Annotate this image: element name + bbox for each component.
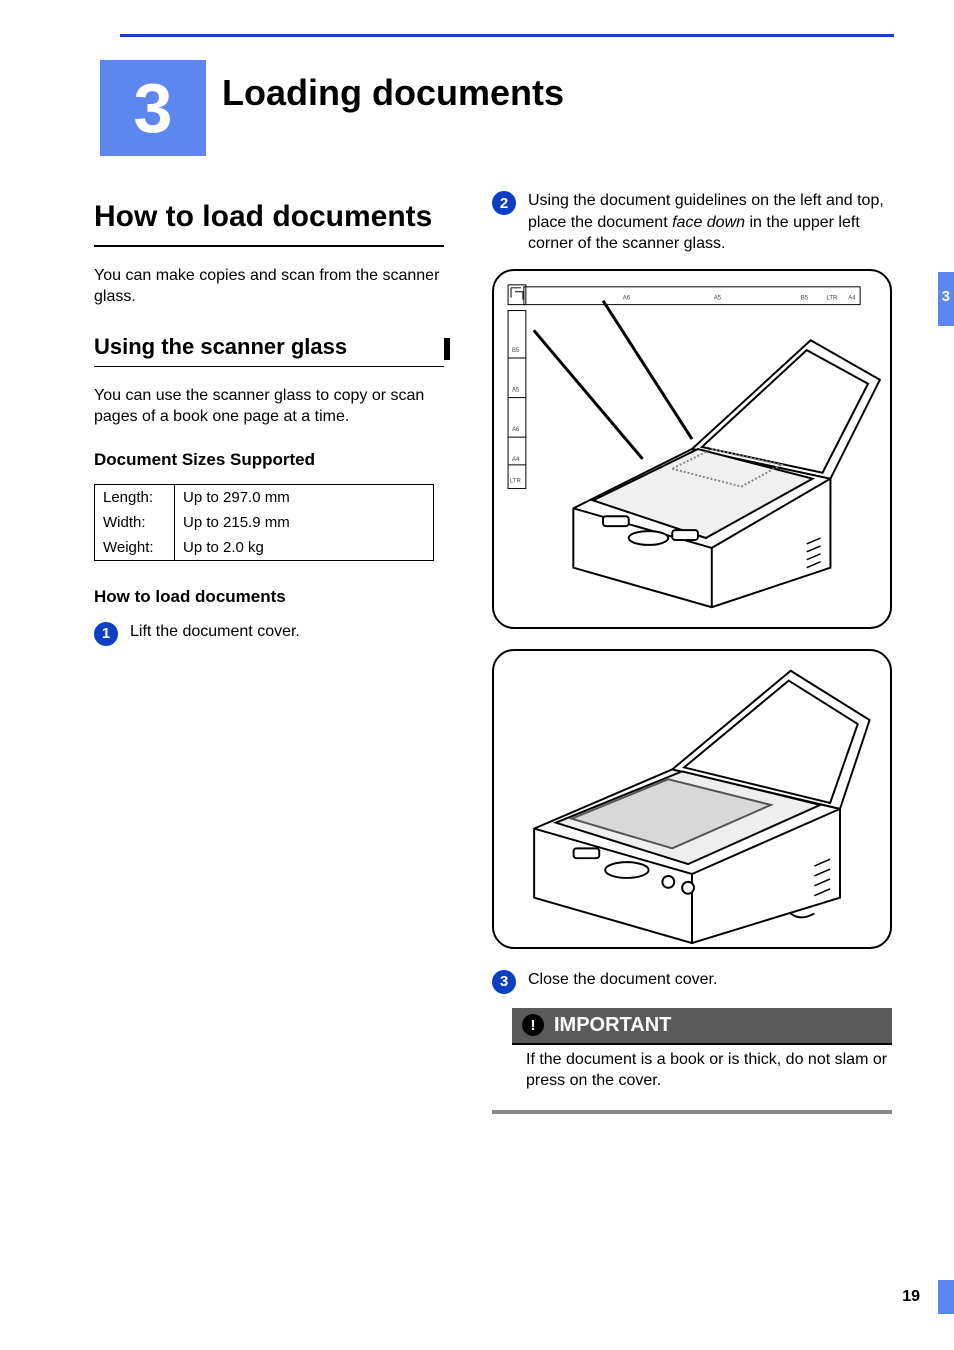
svg-text:A5: A5 (512, 387, 520, 393)
important-label: IMPORTANT (554, 1014, 671, 1037)
step-2: 2 Using the document guidelines on the l… (492, 190, 892, 255)
subsection-intro: You can use the scanner glass to copy or… (94, 385, 444, 428)
subsection-rule (94, 366, 444, 367)
spec-value: Up to 297.0 mm (175, 484, 434, 510)
svg-text:LTR: LTR (510, 478, 521, 484)
table-row: Width: Up to 215.9 mm (95, 510, 434, 535)
step-3: 3 Close the document cover. (492, 969, 892, 994)
printer-document-illustration-icon (494, 651, 890, 947)
svg-text:A4: A4 (512, 457, 520, 463)
page-number-tab (938, 1280, 954, 1314)
right-column: 2 Using the document guidelines on the l… (492, 190, 892, 1114)
left-column: How to load documents You can make copie… (94, 200, 444, 660)
spec-label: Length: (95, 484, 175, 510)
svg-text:A6: A6 (512, 427, 520, 433)
step-number-icon: 1 (94, 622, 118, 646)
side-index-tab-label: 3 (942, 288, 950, 305)
chapter-title: Loading documents (222, 72, 564, 114)
svg-text:A6: A6 (623, 295, 631, 301)
svg-text:A5: A5 (714, 295, 722, 301)
table-row: Length: Up to 297.0 mm (95, 484, 434, 510)
step-text: Lift the document cover. (130, 621, 300, 643)
spec-value: Up to 215.9 mm (175, 510, 434, 535)
illustration-scanner-guidelines: A6 A5 B5 LTR A4 B5 A5 A6 A4 LTR (492, 269, 892, 629)
step-text: Close the document cover. (528, 969, 717, 991)
svg-text:B5: B5 (801, 295, 809, 301)
doc-sizes-heading: Document Sizes Supported (94, 450, 444, 470)
doc-sizes-table: Length: Up to 297.0 mm Width: Up to 215.… (94, 484, 434, 561)
spec-label: Width: (95, 510, 175, 535)
important-text: If the document is a book or is thick, d… (502, 1045, 892, 1102)
step-number-icon: 2 (492, 191, 516, 215)
subsection-title-text: Using the scanner glass (94, 334, 347, 359)
svg-text:LTR: LTR (826, 295, 837, 301)
important-bottom-rule (492, 1110, 892, 1114)
subsection-index-mark (444, 338, 450, 360)
spec-label: Weight: (95, 535, 175, 561)
illustration-place-document (492, 649, 892, 949)
step-1: 1 Lift the document cover. (94, 621, 444, 646)
spec-value: Up to 2.0 kg (175, 535, 434, 561)
important-bar: ! IMPORTANT (512, 1008, 892, 1043)
step-text: Using the document guidelines on the lef… (528, 190, 892, 255)
howto-heading: How to load documents (94, 587, 444, 607)
printer-open-illustration-icon: A6 A5 B5 LTR A4 B5 A5 A6 A4 LTR (494, 271, 890, 627)
svg-text:A4: A4 (848, 295, 856, 301)
section-title: How to load documents (94, 200, 444, 235)
page-number: 19 (902, 1288, 920, 1306)
section-rule (94, 245, 444, 247)
top-rule (120, 34, 894, 37)
step-number-icon: 3 (492, 970, 516, 994)
step-text-em: face down (672, 214, 745, 231)
svg-text:B5: B5 (512, 348, 520, 354)
table-row: Weight: Up to 2.0 kg (95, 535, 434, 561)
chapter-number-badge: 3 (100, 60, 206, 156)
chapter-number: 3 (134, 68, 173, 148)
exclamation-icon: ! (522, 1014, 544, 1036)
section-intro: You can make copies and scan from the sc… (94, 265, 444, 308)
subsection-title: Using the scanner glass (94, 334, 444, 360)
